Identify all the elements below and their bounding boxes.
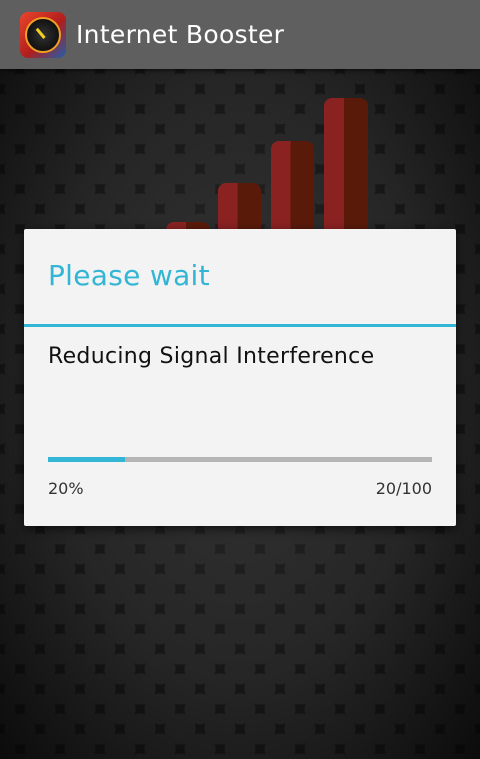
- action-bar: Internet Booster: [0, 0, 480, 69]
- signal-bar-3: [271, 141, 314, 230]
- progress-fill: [48, 457, 125, 462]
- dialog-title: Please wait: [48, 259, 210, 292]
- progress-bar: [48, 457, 432, 462]
- dialog-divider: [24, 324, 456, 327]
- dialog-message: Reducing Signal Interference: [48, 344, 375, 369]
- progress-count: 20/100: [375, 479, 432, 498]
- speedometer-icon: [20, 11, 66, 58]
- needle-graphic: [35, 27, 46, 39]
- app-title: Internet Booster: [76, 20, 285, 49]
- dial-graphic: [25, 16, 61, 53]
- progress-percent: 20%: [48, 479, 84, 498]
- progress-dialog: Please wait Reducing Signal Interference…: [24, 229, 456, 526]
- signal-bar-2: [218, 183, 261, 230]
- signal-bar-4: [324, 98, 368, 230]
